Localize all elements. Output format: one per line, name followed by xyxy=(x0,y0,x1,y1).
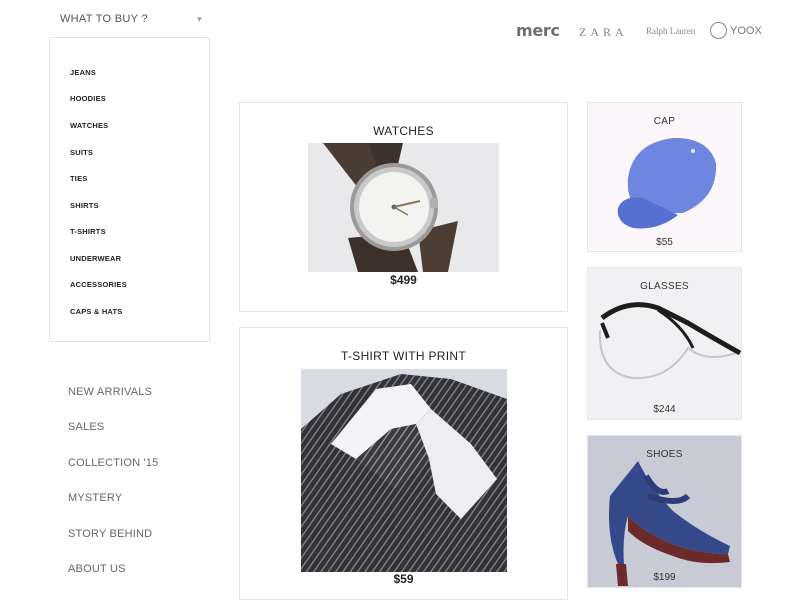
product-price: $55 xyxy=(656,237,673,248)
product-price: $244 xyxy=(653,404,676,415)
nav-about-us[interactable]: ABOUT US xyxy=(68,563,126,575)
yoox-circle-icon xyxy=(710,22,727,39)
zara-logo[interactable]: ZARA xyxy=(579,25,628,40)
nav-new-arrivals[interactable]: NEW ARRIVALS xyxy=(68,386,152,398)
product-card-tshirt[interactable]: T-SHIRT WITH PRINT $59 xyxy=(239,327,568,600)
what-to-buy-dropdown[interactable]: WHAT TO BUY ? ▾ xyxy=(60,10,202,28)
ralph-lauren-logo[interactable]: Ralph Lauren xyxy=(646,26,695,36)
category-menu: JEANS HOODIES WATCHES SUITS TIES SHIRTS … xyxy=(49,37,210,342)
product-price: $59 xyxy=(393,572,414,586)
product-card-watches[interactable]: WATCHES $499 xyxy=(239,102,568,312)
product-price: $199 xyxy=(653,572,676,583)
category-ties[interactable]: TIES xyxy=(70,174,87,183)
chevron-down-icon: ▾ xyxy=(197,13,202,24)
category-suits[interactable]: SUITS xyxy=(70,148,93,157)
nav-mystery[interactable]: MYSTERY xyxy=(68,492,122,504)
watch-image xyxy=(308,143,499,272)
product-title: WATCHES xyxy=(373,124,434,138)
dropdown-label: WHAT TO BUY ? xyxy=(60,13,148,25)
category-hoodies[interactable]: HOODIES xyxy=(70,94,106,103)
brand-logos: merc ZARA Ralph Lauren YOOX xyxy=(512,18,762,44)
category-watches[interactable]: WATCHES xyxy=(70,121,108,130)
shirt-image xyxy=(301,369,507,572)
nav-collection-15[interactable]: COLLECTION '15 xyxy=(68,457,158,469)
product-title: CAP xyxy=(653,116,676,127)
category-t-shirts[interactable]: T-SHIRTS xyxy=(70,227,106,236)
product-title: SHOES xyxy=(646,449,683,460)
nav-story-behind[interactable]: STORY BEHIND xyxy=(68,528,152,540)
merc-logo[interactable]: merc xyxy=(516,21,560,40)
category-jeans[interactable]: JEANS xyxy=(70,68,96,77)
yoox-label: YOOX xyxy=(730,24,762,37)
nav-sales[interactable]: SALES xyxy=(68,421,104,433)
category-shirts[interactable]: SHIRTS xyxy=(70,201,99,210)
product-title: T-SHIRT WITH PRINT xyxy=(341,349,466,363)
product-card-shoes[interactable]: SHOES $199 xyxy=(587,435,742,588)
product-card-cap[interactable]: CAP $55 xyxy=(587,102,742,252)
category-underwear[interactable]: UNDERWEAR xyxy=(70,254,121,263)
category-accessories[interactable]: ACCESSORIES xyxy=(70,280,127,289)
product-price: $499 xyxy=(390,273,417,287)
yoox-logo[interactable]: YOOX xyxy=(710,22,762,39)
category-caps-hats[interactable]: CAPS & HATS xyxy=(70,307,122,316)
product-card-glasses[interactable]: GLASSES $244 xyxy=(587,267,742,420)
product-title: GLASSES xyxy=(640,281,689,292)
